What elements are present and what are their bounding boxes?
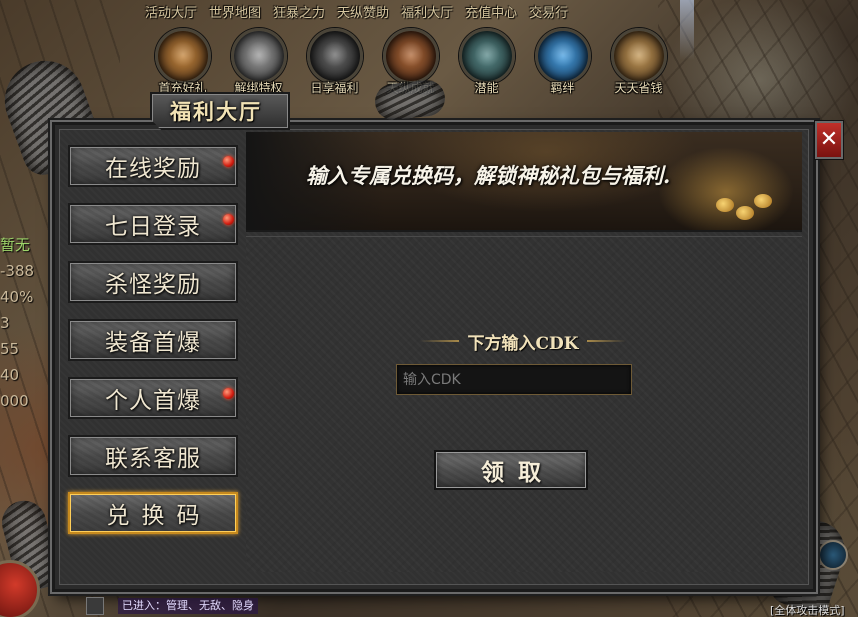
banner-text: 输入专属兑换码，解锁神秘礼包与福利. bbox=[306, 163, 671, 188]
daily-welfare-orb bbox=[307, 28, 363, 84]
side-stat: 暂无 bbox=[0, 236, 31, 254]
nav-online-reward[interactable]: 在线奖励 bbox=[68, 145, 238, 187]
first-recharge-icon[interactable]: 首充好礼 bbox=[146, 28, 219, 96]
bond-orb bbox=[535, 28, 591, 84]
top-menu-recharge[interactable]: 充值中心 bbox=[460, 1, 522, 22]
settings-icon[interactable] bbox=[86, 597, 104, 615]
top-menu: 活动大厅 世界地图 狂暴之力 天纵赞助 福利大厅 充值中心 交易行 bbox=[140, 0, 710, 22]
daily-welfare-icon[interactable]: 日享福利 bbox=[298, 28, 371, 96]
side-stats: 暂无 -388 40% 3 55 40 000 bbox=[0, 232, 40, 414]
nav-label: 兑换码 bbox=[106, 503, 212, 529]
side-stat: 55 bbox=[0, 340, 20, 358]
promo-banner: 输入专属兑换码，解锁神秘礼包与福利. bbox=[246, 132, 802, 232]
savings-orb bbox=[611, 28, 667, 84]
close-icon: ✕ bbox=[819, 127, 839, 152]
status-message: 已进入：管理、无敌、隐身 bbox=[118, 598, 258, 614]
notification-dot bbox=[223, 388, 234, 399]
nav-personal-first-drop[interactable]: 个人首爆 bbox=[68, 377, 238, 419]
side-stat: 3 bbox=[0, 314, 10, 332]
dialog-title: 福利大厅 bbox=[170, 99, 262, 124]
nav-contact-support[interactable]: 联系客服 bbox=[68, 435, 238, 477]
coin-icon bbox=[754, 194, 772, 208]
feature-icon-label: 羁绊 bbox=[550, 81, 575, 95]
top-menu-trading[interactable]: 交易行 bbox=[524, 1, 573, 22]
heading-flourish-left bbox=[420, 340, 460, 342]
potential-orb bbox=[459, 28, 515, 84]
feature-icon-label: 日享福利 bbox=[310, 81, 359, 95]
coin-icon bbox=[716, 198, 734, 212]
heading-flourish-right bbox=[586, 340, 626, 342]
nav-label: 在线奖励 bbox=[105, 156, 201, 182]
top-menu-sponsor[interactable]: 天纵赞助 bbox=[332, 1, 394, 22]
top-menu-welfare-hall[interactable]: 福利大厅 bbox=[396, 1, 458, 22]
nav-equipment-first-drop[interactable]: 装备首爆 bbox=[68, 319, 238, 361]
feature-icon-label: 天天省钱 bbox=[614, 81, 663, 95]
nav-kill-reward[interactable]: 杀怪奖励 bbox=[68, 261, 238, 303]
potential-icon[interactable]: 潜能 bbox=[450, 28, 523, 96]
nav-redeem-code[interactable]: 兑换码 bbox=[68, 492, 238, 534]
nav-label: 个人首爆 bbox=[105, 388, 201, 414]
nav-label: 联系客服 bbox=[105, 446, 201, 472]
nav-label: 七日登录 bbox=[105, 214, 201, 240]
side-stat: 000 bbox=[0, 392, 29, 410]
nav-label: 装备首爆 bbox=[105, 330, 201, 356]
side-stat: 40% bbox=[0, 288, 34, 306]
notification-dot bbox=[223, 214, 234, 225]
side-stat: 40 bbox=[0, 366, 20, 384]
top-menu-berserk[interactable]: 狂暴之力 bbox=[268, 1, 330, 22]
claim-button[interactable]: 领取 bbox=[434, 450, 588, 490]
cdk-input[interactable] bbox=[396, 364, 632, 395]
notification-dot bbox=[223, 156, 234, 167]
cdk-heading-row: 下方输入CDK bbox=[420, 328, 626, 354]
attack-mode-indicator[interactable]: [全体攻击模式] bbox=[770, 602, 845, 617]
unbind-orb bbox=[231, 28, 287, 84]
coin-icon bbox=[736, 206, 754, 220]
unbind-privilege-icon[interactable]: 解绑特权 bbox=[222, 28, 295, 96]
cdk-heading: 下方输入CDK bbox=[467, 333, 579, 354]
nav-label: 杀怪奖励 bbox=[105, 272, 201, 298]
achievement-orb bbox=[383, 28, 439, 84]
nav-seven-day-login[interactable]: 七日登录 bbox=[68, 203, 238, 245]
close-button[interactable]: ✕ bbox=[815, 121, 843, 159]
top-menu-activity-hall[interactable]: 活动大厅 bbox=[140, 1, 202, 22]
redeem-panel bbox=[246, 236, 802, 572]
daily-savings-icon[interactable]: 天天省钱 bbox=[602, 28, 675, 96]
top-menu-world-map[interactable]: 世界地图 bbox=[204, 1, 266, 22]
skill-orb-icon[interactable] bbox=[818, 540, 848, 570]
feature-icon-label: 潜能 bbox=[474, 81, 499, 95]
bond-icon[interactable]: 羁绊 bbox=[526, 28, 599, 96]
first-recharge-orb bbox=[155, 28, 211, 84]
side-stat: -388 bbox=[0, 262, 35, 280]
